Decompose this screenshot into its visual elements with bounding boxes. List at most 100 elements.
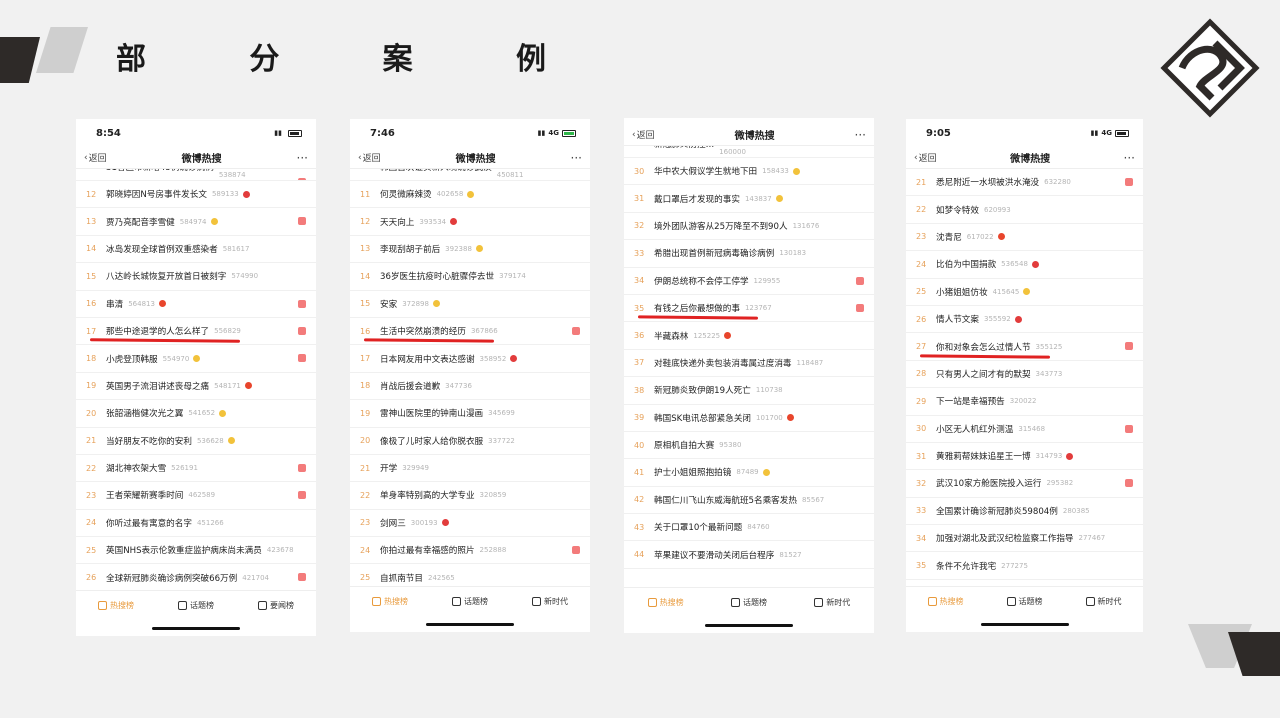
hot-search-row[interactable]: 42 韩国仁川飞山东威海航班5名乘客发热 85567 [624,487,874,515]
hot-search-row[interactable]: 38 新冠肺炎致伊朗19人死亡 110738 [624,377,874,405]
hot-search-row[interactable]: 26 全球新冠肺炎确诊病例突破66万例 421704 [76,564,316,592]
hot-search-row[interactable]: 39 韩国SK电讯总部紧急关闭 101700 [624,405,874,432]
hot-search-row[interactable]: 24 比伯为中国捐款 536548 [906,251,1143,279]
hot-search-row[interactable]: 22 湖北神农架大雪 526191 [76,455,316,483]
hot-search-row[interactable]: 23 沈青尼 617022 [906,224,1143,252]
hot-search-row[interactable]: 24 你拍过最有幸福感的照片 252888 [350,537,590,565]
bottom-tab[interactable]: 热搜榜 [647,597,684,608]
hot-search-row[interactable]: 31 黄雅莉帮妹妹追星王一博 314793 [906,443,1143,471]
bottom-tab[interactable]: 要闻榜 [258,600,294,611]
hot-search-row[interactable]: 43 关于口罩10个最新问题 84760 [624,514,874,542]
hot-search-row[interactable]: 17 那些中途退学的人怎么样了 556829 [76,318,316,346]
hot-tag-icon [298,217,306,226]
hot-search-row[interactable]: 20 张韶涵楷健次光之翼 541652 [76,400,316,428]
back-button[interactable]: ‹ 返回 [914,151,937,165]
bottom-tab[interactable]: 新时代 [1085,596,1122,607]
hot-search-row[interactable]: 14 冰岛发现全球首例双重感染者 581617 [76,236,316,264]
bottom-tab[interactable]: 话题榜 [1006,596,1043,607]
hot-search-row[interactable]: 36 半藏森林 125225 [624,322,874,350]
list-icon [452,597,461,606]
hot-search-row[interactable]: 28 只有男人之间才有的默契 343773 [906,361,1143,389]
hot-search-row[interactable]: 32 境外团队游客从25万降至不到90人 131676 [624,213,874,241]
back-button[interactable]: ‹ 返回 [84,151,107,165]
hot-search-row[interactable]: 35 条件不允许我宅 277275 [906,552,1143,580]
rank-number: 16 [86,299,97,309]
bottom-tab[interactable]: 话题榜 [452,596,488,607]
back-button[interactable]: ‹ 返回 [358,151,381,165]
more-icon[interactable]: ··· [1124,151,1135,165]
hot-search-row[interactable]: 10韩国首次证实新入境确诊武汉 450811 [350,169,590,181]
hot-search-row[interactable]: 13 贾乃亮配音李雪健 584974 [76,208,316,236]
status-time: 9:05 [926,127,951,139]
hot-search-row[interactable]: 23 剑网三 300193 [350,510,590,538]
hot-search-row[interactable]: 18 肖战后援会道歉 347736 [350,373,590,401]
more-icon[interactable]: ··· [297,151,308,165]
hot-search-row[interactable]: 21 悉尼附近一水坝被洪水淹没 632280 [906,169,1143,197]
hot-search-row[interactable]: 34 加强对湖北及武汉纪检监察工作指导 277467 [906,525,1143,553]
hot-search-row[interactable]: 31 戴口罩后才发现的事实 143837 [624,185,874,213]
rank-number: 35 [916,561,927,571]
hot-search-title: 生活中突然崩溃的经历 [380,327,466,338]
hot-search-row[interactable]: 27 你和对象会怎么过情人节 355125 [906,333,1143,361]
more-icon[interactable]: ··· [855,128,866,142]
hot-search-row[interactable]: 16 生活中突然崩溃的经历 367866 [350,318,590,346]
hot-search-row[interactable]: 33 希腊出现首例新冠病毒确诊病例 130183 [624,240,874,268]
rank-number: 10 [360,169,380,171]
hot-search-row[interactable]: 26 情人节文案 355592 [906,306,1143,334]
hot-search-row[interactable]: 35 有钱之后你最想做的事 123767 [624,295,874,323]
hot-search-row[interactable]: 13 李现刮胡子前后 392388 [350,236,590,264]
hot-search-row[interactable]: 21 开学 329949 [350,455,590,483]
hot-search-title: 安家 [380,299,398,310]
search-count: 367866 [470,327,498,336]
hot-search-row[interactable]: 41 护士小姐姐照抱拍镜 87489 [624,459,874,487]
hot-search-row[interactable]: 25 小猪姐姐仿妆 415645 [906,279,1143,306]
hot-search-row[interactable]: 18 小虎登顶韩服 554970 [76,345,316,373]
hot-search-row[interactable]: 24 你听过最有寓意的名字 451266 [76,510,316,538]
hot-search-row[interactable]: 29新冠肺炎防控… 160000 [624,146,874,158]
hot-search-row[interactable]: 19 英国男子流泪讲述丧母之痛 548171 [76,373,316,401]
hot-search-row[interactable]: 25 英国NHS表示伦敦重症监护病床尚未满员 423678 [76,537,316,565]
hot-search-row[interactable]: 15 八达岭长城恢复开放首日被刻字 574990 [76,263,316,291]
more-icon[interactable]: ··· [571,151,582,165]
bottom-tab[interactable]: 热搜榜 [927,596,964,607]
hot-search-row[interactable]: 12 天天向上 393534 [350,208,590,236]
hot-search-row[interactable]: 34 伊朗总统称不会停工停学 129955 [624,268,874,295]
hot-search-row[interactable]: 32 武汉10家方舱医院投入运行 295382 [906,470,1143,498]
hot-search-row[interactable]: 30 小区无人机红外测温 315468 [906,416,1143,443]
hot-search-row[interactable]: 21 当好朋友不吃你的安利 536628 [76,428,316,455]
bottom-tab[interactable]: 话题榜 [730,597,767,608]
hot-search-row[interactable]: 22 单身率特别高的大学专业 320859 [350,482,590,510]
hot-search-row[interactable]: 11 何灵微麻辣烫 402658 [350,181,590,209]
bottom-tab[interactable]: 热搜榜 [98,600,134,611]
hot-search-row[interactable]: 29 下一站是幸福预告 320022 [906,388,1143,416]
hot-search-row[interactable]: 22 如梦令特效 620993 [906,196,1143,224]
hot-search-row[interactable]: 12 郭晓婷因N号房事件发长文 589133 [76,181,316,209]
hot-search-row[interactable]: 19 雷神山医院里的钟南山漫画 345699 [350,400,590,428]
hot-search-row[interactable]: 16 串清 564813 [76,291,316,318]
hot-search-row[interactable]: 17 日本网友用中文表达感谢 358952 [350,345,590,373]
hot-search-row[interactable]: 14 36岁医生抗疫时心脏骤停去世 379174 [350,263,590,291]
rank-number: 41 [634,467,645,477]
search-count: 632280 [1044,178,1071,187]
rank-number: 34 [634,276,645,286]
hot-search-row[interactable]: 15 安家 372898 [350,291,590,318]
status-bar: 7:46 ▮▮ 4G [350,119,590,147]
hot-search-row[interactable]: 44 苹果建议不要滑动关闭后台程序 81527 [624,541,874,569]
back-button[interactable]: ‹ 返回 [632,128,655,142]
bottom-tab[interactable]: 新时代 [814,597,850,608]
hot-search-row[interactable]: 33 全国累计确诊新冠肺炎59804例 280385 [906,498,1143,526]
rank-number: 16 [360,326,371,336]
search-count: 160000 [719,147,746,156]
hot-search-row[interactable]: 20 像极了儿时家人给你脱衣服 337722 [350,428,590,455]
hot-search-row[interactable]: 23 王者荣耀新赛季时间 462589 [76,482,316,510]
signal-label: 4G [548,129,559,137]
bottom-tab[interactable]: 话题榜 [178,600,214,611]
hot-search-row[interactable]: 30 华中农大假议学生就地下田 158433 [624,158,874,186]
hot-search-row[interactable]: 37 对鞋底快递外卖包装消毒属过度消毒 118487 [624,350,874,378]
rank-number: 35 [634,303,645,313]
hot-search-row[interactable]: 1131省区市新增45例确诊病例 538874 [76,169,316,181]
bottom-tab[interactable]: 热搜榜 [372,596,408,607]
hot-search-row[interactable]: 40 原相机自拍大赛 95380 [624,432,874,460]
hot-search-title: 关于口罩10个最新问题 [654,523,743,534]
bottom-tab[interactable]: 新时代 [532,596,568,607]
